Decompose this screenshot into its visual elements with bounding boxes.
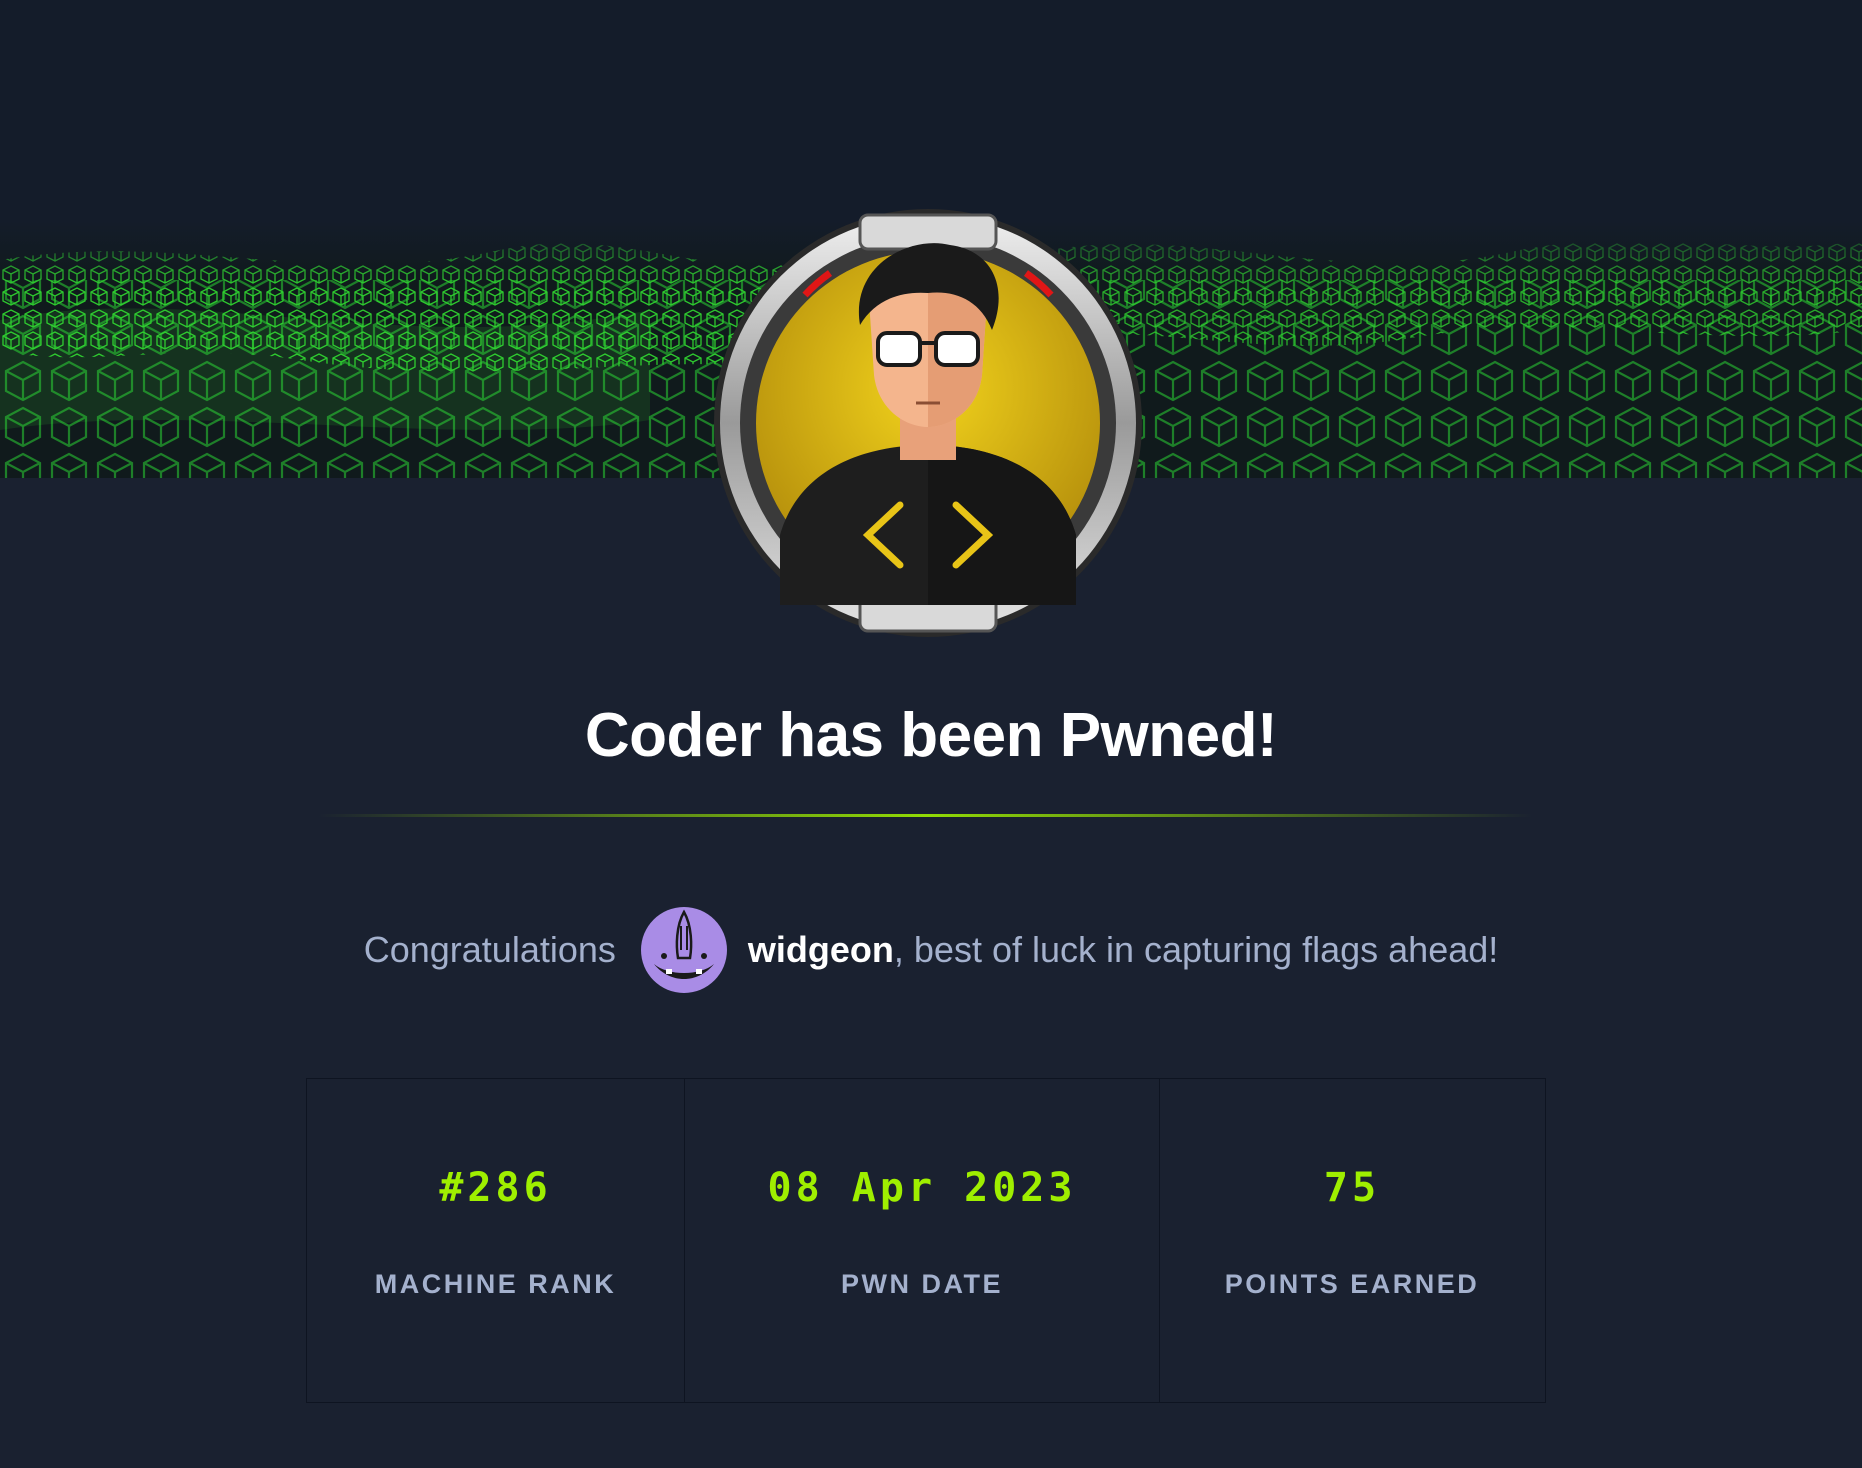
user-avatar[interactable]	[640, 906, 728, 994]
stat-pwn-date: 08 Apr 2023 PWN DATE	[685, 1079, 1160, 1402]
machine-avatar-badge	[710, 205, 1146, 641]
pwn-date-label: PWN DATE	[841, 1269, 1003, 1299]
stat-points-earned: 75 POINTS EARNED	[1160, 1079, 1544, 1402]
machine-rank-label: MACHINE RANK	[374, 1269, 617, 1299]
congratulations-line: Congratulations widgeon , best of luck i…	[0, 905, 1862, 995]
pwn-date-value: 08 Apr 2023	[767, 1165, 1077, 1211]
page-title: Coder has been Pwned!	[584, 701, 1278, 770]
machine-rank-value: #286	[439, 1165, 552, 1211]
stat-machine-rank: #286 MACHINE RANK	[307, 1079, 685, 1402]
stats-panel: #286 MACHINE RANK 08 Apr 2023 PWN DATE 7…	[306, 1078, 1546, 1403]
pwned-page: Coder has been Pwned! Congratulations wi…	[0, 0, 1862, 1468]
title-divider	[318, 814, 1533, 817]
points-earned-label: POINTS EARNED	[1224, 1269, 1480, 1299]
congrats-prefix: Congratulations	[363, 929, 616, 970]
points-earned-value: 75	[1323, 1165, 1381, 1211]
congrats-suffix: , best of luck in capturing flags ahead!	[893, 929, 1499, 970]
username[interactable]: widgeon	[748, 929, 894, 971]
